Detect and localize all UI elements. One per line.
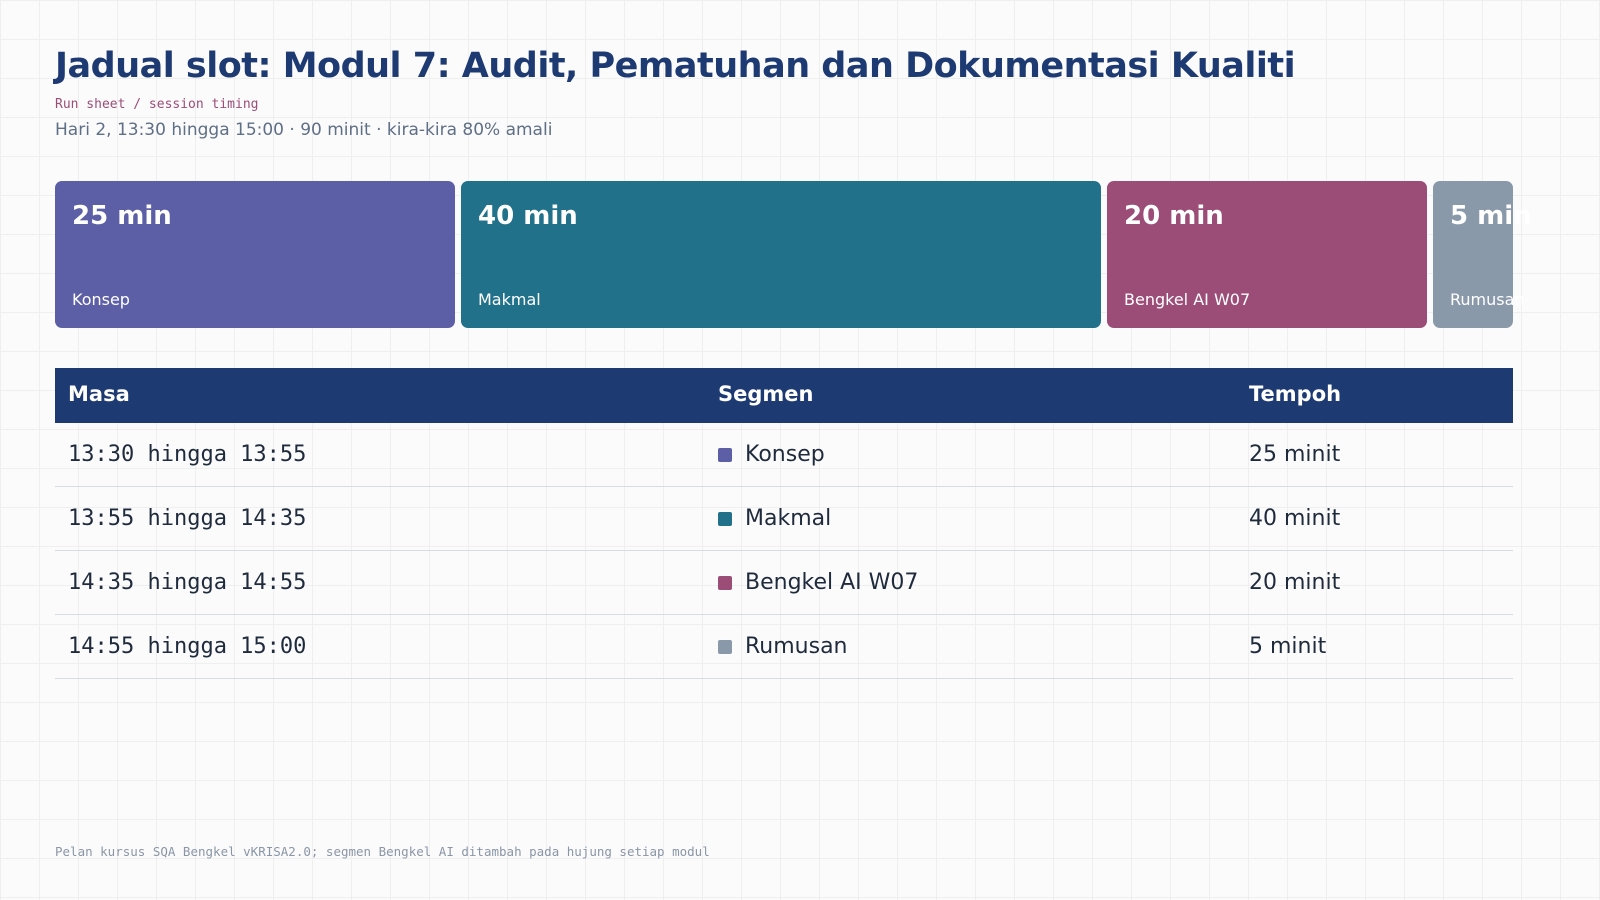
column-header-duration: Tempoh xyxy=(1249,382,1342,406)
block-duration: 5 min xyxy=(1450,201,1532,231)
segment-cell: Bengkel AI W07 xyxy=(718,570,918,595)
column-header-time: Masa xyxy=(68,382,130,406)
segment-color-swatch xyxy=(718,575,732,590)
duration-cell: 25 minit xyxy=(1249,442,1341,467)
page-title: Jadual slot: Modul 7: Audit, Pematuhan d… xyxy=(55,46,1296,86)
block-label: Makmal xyxy=(478,290,541,309)
segment-color-swatch xyxy=(718,511,732,526)
page-kicker: Run sheet / session timing xyxy=(55,97,259,112)
block-label: Rumusan xyxy=(1450,290,1525,309)
time-cell: 13:55 hingga 14:35 xyxy=(68,506,307,531)
segment-label: Bengkel AI W07 xyxy=(745,570,919,595)
segment-cell: Konsep xyxy=(718,442,825,467)
timeline-block-bengkel-ai: 20 min Bengkel AI W07 xyxy=(1107,181,1427,328)
segment-label: Makmal xyxy=(745,506,832,531)
duration-cell: 5 minit xyxy=(1249,634,1327,659)
segment-cell: Rumusan xyxy=(718,634,848,659)
table-row: 14:35 hingga 14:55 Bengkel AI W07 20 min… xyxy=(55,551,1513,615)
block-label: Bengkel AI W07 xyxy=(1124,290,1251,309)
table-row: 14:55 hingga 15:00 Rumusan 5 minit xyxy=(55,615,1513,679)
segment-color-swatch xyxy=(718,447,732,462)
timeline-blocks: 25 min Konsep 40 min Makmal 20 min Bengk… xyxy=(55,181,1532,328)
block-duration: 20 min xyxy=(1124,201,1224,231)
page-subtitle: Hari 2, 13:30 hingga 15:00 · 90 minit · … xyxy=(55,120,553,140)
duration-cell: 20 minit xyxy=(1249,570,1341,595)
block-duration: 40 min xyxy=(478,201,578,231)
block-duration: 25 min xyxy=(72,201,172,231)
segment-cell: Makmal xyxy=(718,506,831,531)
segment-label: Rumusan xyxy=(745,634,848,659)
footer-note: Pelan kursus SQA Bengkel vKRISA2.0; segm… xyxy=(55,844,710,859)
table-header: Masa Segmen Tempoh xyxy=(55,368,1513,423)
table-row: 13:55 hingga 14:35 Makmal 40 minit xyxy=(55,487,1513,551)
time-cell: 13:30 hingga 13:55 xyxy=(68,442,307,467)
duration-cell: 40 minit xyxy=(1249,506,1341,531)
segment-color-swatch xyxy=(718,639,732,654)
segment-label: Konsep xyxy=(745,442,825,467)
timeline-block-makmal: 40 min Makmal xyxy=(461,181,1101,328)
block-label: Konsep xyxy=(72,290,130,309)
time-cell: 14:35 hingga 14:55 xyxy=(68,570,307,595)
table-row: 13:30 hingga 13:55 Konsep 25 minit xyxy=(55,423,1513,487)
timeline-block-konsep: 25 min Konsep xyxy=(55,181,455,328)
timeline-block-rumusan: 5 min Rumusan xyxy=(1433,181,1532,328)
time-cell: 14:55 hingga 15:00 xyxy=(68,634,307,659)
schedule-table: Masa Segmen Tempoh 13:30 hingga 13:55 Ko… xyxy=(55,368,1513,679)
column-header-segment: Segmen xyxy=(718,382,814,406)
